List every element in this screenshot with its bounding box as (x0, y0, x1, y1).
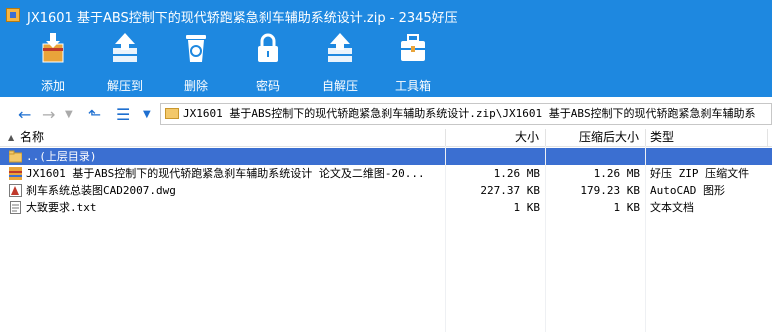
add-label: 添加 (40, 79, 65, 93)
file-type: AutoCAD 图形 (650, 184, 725, 197)
toolbox-icon (401, 34, 425, 61)
folder-icon (9, 150, 22, 163)
address-bar[interactable]: JX1601 基于ABS控制下的现代轿跑紧急刹车辅助系统设计.zip\JX160… (160, 103, 772, 125)
password-label: 密码 (255, 79, 280, 93)
file-size: 227.37 KB (480, 184, 540, 197)
folder-icon (165, 108, 179, 119)
toolbar: 添加 解压到 删除 密码 自解压 工具箱 (0, 30, 772, 97)
file-name: 刹车系统总装图CAD2007.dwg (26, 184, 176, 197)
extract-to-button[interactable]: 解压到 (95, 30, 155, 97)
delete-label: 删除 (183, 79, 208, 93)
parent-directory-label: ..(上层目录) (26, 150, 97, 163)
delete-button[interactable]: 删除 (166, 30, 226, 97)
add-archive-icon (42, 33, 64, 63)
extract-to-icon (113, 33, 137, 62)
file-row[interactable]: 大致要求.txt 1 KB 1 KB 文本文档 (0, 199, 772, 216)
column-divider (545, 146, 546, 332)
zip-archive-icon (9, 167, 22, 180)
column-header: ▲ 名称 大小 压缩后大小 类型 (0, 129, 772, 147)
recycle-bin-icon (186, 35, 206, 62)
file-packed-size: 1.26 MB (593, 167, 640, 180)
file-row[interactable]: 刹车系统总装图CAD2007.dwg 227.37 KB 179.23 KB A… (0, 182, 772, 199)
column-name[interactable]: ▲ 名称 (0, 129, 446, 146)
file-packed-size: 179.23 KB (580, 184, 640, 197)
toolbox-button[interactable]: 工具箱 (383, 30, 443, 97)
file-name: JX1601 基于ABS控制下的现代轿跑紧急刹车辅助系统设计 论文及二维图-20… (26, 167, 425, 180)
view-dropdown-icon[interactable]: ▼ (143, 105, 151, 125)
column-packed-size[interactable]: 压缩后大小 (546, 129, 646, 146)
up-folder-icon[interactable]: ⬑ (88, 105, 101, 125)
add-button[interactable]: 添加 (23, 30, 83, 97)
self-extract-icon (328, 33, 352, 62)
window-title: JX1601 基于ABS控制下的现代轿跑紧急刹车辅助系统设计.zip - 234… (27, 11, 458, 26)
address-path: JX1601 基于ABS控制下的现代轿跑紧急刹车辅助系统设计.zip\JX160… (183, 107, 756, 120)
file-size: 1.26 MB (493, 167, 540, 180)
parent-directory-row[interactable]: ..(上层目录) (0, 148, 772, 165)
autocad-file-icon (9, 184, 22, 197)
view-list-icon[interactable]: ☰ (116, 105, 130, 125)
file-row[interactable]: JX1601 基于ABS控制下的现代轿跑紧急刹车辅助系统设计 论文及二维图-20… (0, 165, 772, 182)
file-size: 1 KB (513, 201, 541, 214)
column-size[interactable]: 大小 (446, 129, 546, 146)
extract-to-label: 解压到 (106, 79, 143, 93)
file-packed-size: 1 KB (613, 201, 641, 214)
back-arrow-icon[interactable]: ← (18, 105, 31, 125)
text-file-icon (10, 201, 21, 214)
column-divider (645, 146, 646, 332)
self-extract-label: 自解压 (321, 79, 358, 93)
column-divider (445, 146, 446, 332)
app-icon (6, 8, 20, 22)
self-extract-button[interactable]: 自解压 (310, 30, 370, 97)
file-name: 大致要求.txt (26, 201, 97, 214)
toolbox-label: 工具箱 (394, 79, 431, 93)
password-button[interactable]: 密码 (238, 30, 298, 97)
sort-up-icon: ▲ (8, 133, 15, 142)
forward-dropdown-icon[interactable]: ▼ (65, 105, 73, 125)
file-type: 文本文档 (650, 201, 694, 214)
forward-arrow-icon[interactable]: → (42, 105, 55, 125)
lock-icon (258, 33, 278, 62)
top-bar: JX1601 基于ABS控制下的现代轿跑紧急刹车辅助系统设计.zip - 234… (0, 0, 772, 97)
file-type: 好压 ZIP 压缩文件 (650, 167, 750, 180)
title-bar: JX1601 基于ABS控制下的现代轿跑紧急刹车辅助系统设计.zip - 234… (0, 0, 772, 30)
column-type[interactable]: 类型 (646, 129, 768, 146)
